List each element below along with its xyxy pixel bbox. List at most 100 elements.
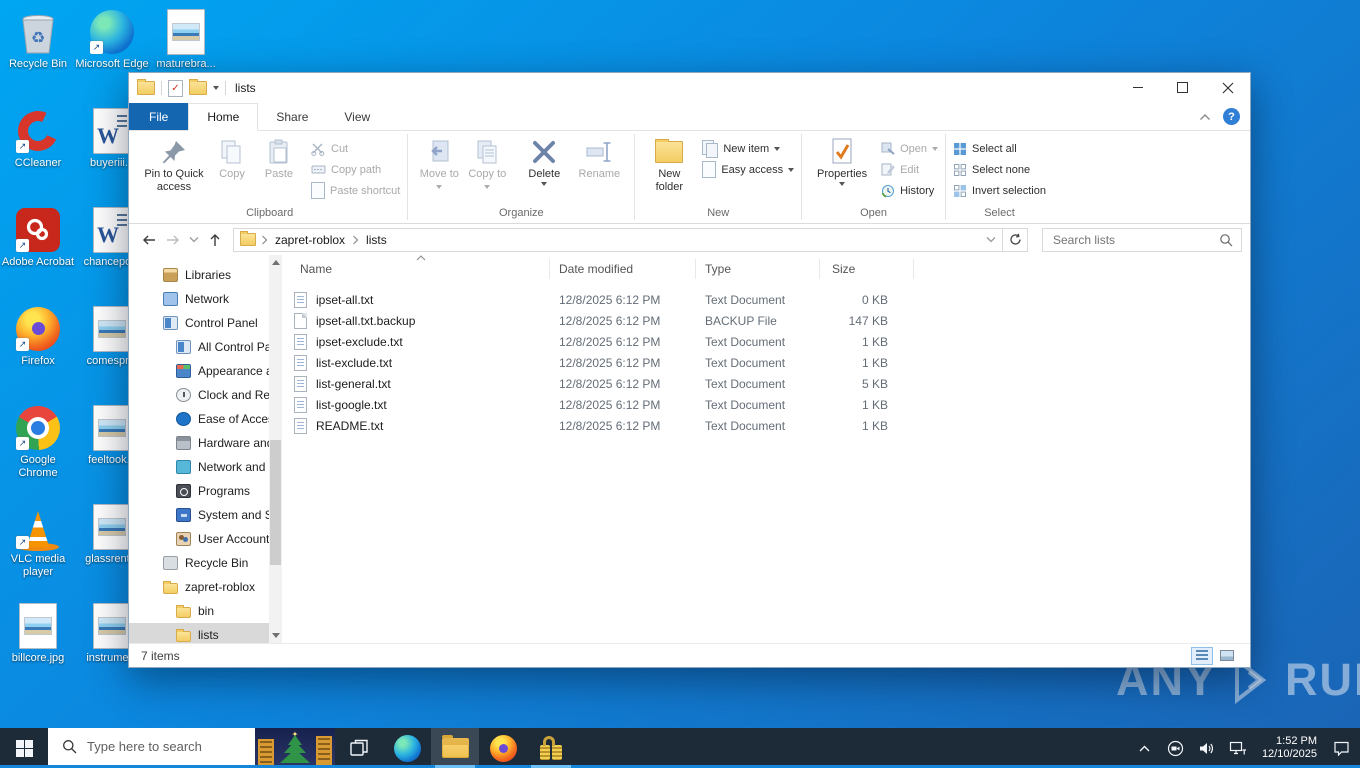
- action-center-button[interactable]: [1330, 736, 1352, 760]
- file-row[interactable]: ipset-exclude.txt 12/8/2025 6:12 PM Text…: [282, 331, 1250, 352]
- address-dropdown-button[interactable]: [980, 229, 1002, 251]
- minimize-button[interactable]: [1115, 73, 1160, 102]
- column-header-type[interactable]: Type: [696, 259, 820, 279]
- scroll-down-icon[interactable]: [272, 633, 280, 638]
- copy-to-button[interactable]: Copy to: [463, 134, 511, 207]
- tab-share[interactable]: Share: [258, 103, 326, 130]
- tab-home[interactable]: Home: [188, 103, 259, 131]
- tree-item-programs[interactable]: Programs: [129, 479, 269, 503]
- tree-item-recycle-bin[interactable]: Recycle Bin: [129, 551, 269, 575]
- details-view-button[interactable]: [1191, 646, 1213, 665]
- breadcrumb-lists[interactable]: lists: [364, 233, 389, 247]
- scroll-up-icon[interactable]: [272, 260, 280, 265]
- close-button[interactable]: [1205, 73, 1250, 102]
- desktop-icon-microsoft-edge[interactable]: Microsoft Edge: [75, 8, 149, 71]
- tree-item-zapret-roblox[interactable]: zapret-roblox: [129, 575, 269, 599]
- open-button[interactable]: Open: [881, 138, 938, 159]
- taskbar-firefox-button[interactable]: [479, 728, 527, 768]
- thumbnails-view-button[interactable]: [1216, 647, 1238, 665]
- refresh-button[interactable]: [1003, 227, 1028, 252]
- tree-item-libraries[interactable]: Libraries: [129, 263, 269, 287]
- show-hidden-icons-button[interactable]: [1134, 736, 1156, 760]
- desktop-icon-vlc[interactable]: VLC media player: [1, 503, 75, 579]
- desktop-icon-billcore[interactable]: billcore.jpg: [1, 602, 75, 665]
- tree-item-clock-and-region[interactable]: Clock and Regi: [129, 383, 269, 407]
- tree-item-bin[interactable]: bin: [129, 599, 269, 623]
- tree-item-hardware[interactable]: Hardware and: [129, 431, 269, 455]
- select-none-button[interactable]: Select none: [953, 159, 1046, 180]
- column-header-size[interactable]: Size: [820, 259, 914, 279]
- task-view-button[interactable]: [335, 728, 383, 768]
- search-box[interactable]: [1042, 227, 1242, 252]
- delete-button[interactable]: Delete: [517, 134, 571, 207]
- new-folder-button[interactable]: New folder: [642, 134, 696, 207]
- desktop-icon-maturebra[interactable]: maturebra...: [149, 8, 223, 71]
- scrollbar-thumb[interactable]: [270, 440, 281, 565]
- volume-button[interactable]: [1196, 736, 1218, 760]
- column-header-date-modified[interactable]: Date modified: [550, 259, 696, 279]
- file-row[interactable]: README.txt 12/8/2025 6:12 PM Text Docume…: [282, 415, 1250, 436]
- tree-item-lists[interactable]: lists: [129, 623, 269, 643]
- breadcrumb-zapret-roblox[interactable]: zapret-roblox: [273, 233, 347, 247]
- taskbar-search[interactable]: [48, 728, 335, 765]
- maximize-button[interactable]: [1160, 73, 1205, 102]
- up-button[interactable]: [203, 228, 227, 252]
- taskbar-lock-app-button[interactable]: [527, 728, 575, 768]
- tree-item-network-and-internet[interactable]: Network and Ir: [129, 455, 269, 479]
- paste-button[interactable]: Paste: [255, 134, 303, 207]
- select-all-button[interactable]: Select all: [953, 138, 1046, 159]
- desktop-icon-recycle-bin[interactable]: ♻ Recycle Bin: [1, 8, 75, 71]
- column-header-name[interactable]: Name: [282, 259, 550, 279]
- file-row[interactable]: list-exclude.txt 12/8/2025 6:12 PM Text …: [282, 352, 1250, 373]
- tree-item-user-accounts[interactable]: User Accounts: [129, 527, 269, 551]
- taskbar-clock[interactable]: 1:52 PM 12/10/2025: [1258, 735, 1321, 761]
- tree-item-ease-of-access[interactable]: Ease of Access: [129, 407, 269, 431]
- desktop-icon-adobe-acrobat[interactable]: Adobe Acrobat: [1, 206, 75, 269]
- file-row[interactable]: ipset-all.txt.backup 12/8/2025 6:12 PM B…: [282, 310, 1250, 331]
- meet-now-button[interactable]: [1165, 736, 1187, 760]
- search-highlight-graphic[interactable]: [255, 728, 335, 765]
- recent-locations-button[interactable]: [185, 228, 203, 252]
- file-row[interactable]: list-general.txt 12/8/2025 6:12 PM Text …: [282, 373, 1250, 394]
- edit-button[interactable]: Edit: [881, 159, 938, 180]
- rename-button[interactable]: Rename: [571, 134, 627, 207]
- easy-access-button[interactable]: Easy access: [702, 159, 795, 180]
- network-button[interactable]: [1227, 736, 1249, 760]
- invert-selection-button[interactable]: Invert selection: [953, 180, 1046, 201]
- title-bar[interactable]: lists: [129, 73, 1250, 103]
- forward-button[interactable]: [161, 228, 185, 252]
- new-item-button[interactable]: New item: [702, 138, 794, 159]
- taskbar-search-input[interactable]: [85, 738, 239, 755]
- new-folder-quick-icon[interactable]: [189, 79, 207, 95]
- address-bar[interactable]: zapret-roblox lists: [233, 227, 1003, 252]
- back-button[interactable]: [137, 228, 161, 252]
- tree-item-system-and-security[interactable]: System and Se: [129, 503, 269, 527]
- copy-button[interactable]: Copy: [209, 134, 255, 207]
- desktop-icon-google-chrome[interactable]: Google Chrome: [1, 404, 75, 480]
- tab-file[interactable]: File: [129, 103, 189, 130]
- cut-button[interactable]: Cut: [311, 138, 400, 159]
- tree-item-network[interactable]: Network: [129, 287, 269, 311]
- pin-to-quick-access-button[interactable]: Pin to Quick access: [139, 134, 209, 207]
- customize-toolbar-icon[interactable]: [213, 86, 219, 90]
- file-row[interactable]: ipset-all.txt 12/8/2025 6:12 PM Text Doc…: [282, 289, 1250, 310]
- search-input[interactable]: [1051, 231, 1219, 248]
- properties-button[interactable]: Properties: [809, 134, 875, 207]
- desktop-icon-ccleaner[interactable]: CCleaner: [1, 105, 75, 170]
- tree-item-appearance[interactable]: Appearance an: [129, 359, 269, 383]
- tree-item-all-control-panel-items[interactable]: All Control Par: [129, 335, 269, 359]
- desktop-icon-firefox[interactable]: Firefox: [1, 305, 75, 368]
- tab-view[interactable]: View: [326, 103, 388, 130]
- help-icon[interactable]: [1223, 108, 1240, 125]
- start-button[interactable]: [0, 728, 48, 768]
- file-row[interactable]: list-google.txt 12/8/2025 6:12 PM Text D…: [282, 394, 1250, 415]
- collapse-ribbon-icon[interactable]: [1199, 113, 1211, 121]
- paste-shortcut-button[interactable]: Paste shortcut: [311, 180, 400, 201]
- history-button[interactable]: History: [881, 180, 938, 201]
- move-to-button[interactable]: Move to: [415, 134, 463, 207]
- taskbar-edge-button[interactable]: [383, 728, 431, 768]
- copy-path-button[interactable]: Copy path: [311, 159, 400, 180]
- tree-item-control-panel[interactable]: Control Panel: [129, 311, 269, 335]
- taskbar-file-explorer-button[interactable]: [431, 728, 479, 768]
- tree-scrollbar[interactable]: [269, 255, 282, 643]
